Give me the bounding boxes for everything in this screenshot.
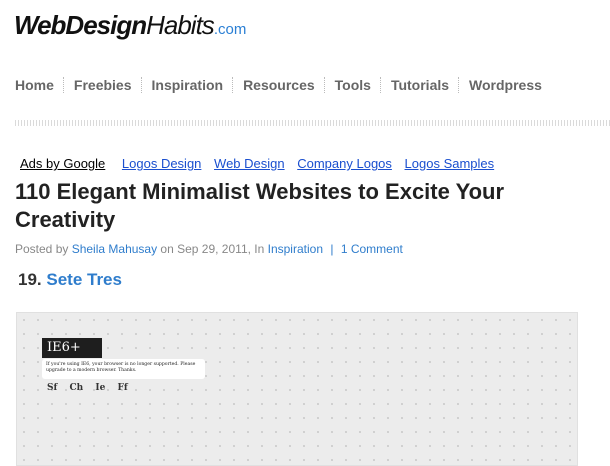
nav-separator [140,77,143,93]
nav-freebies[interactable]: Freebies [74,77,132,93]
item-heading: 19. Sete Tres [18,270,122,290]
item-number: 19. [18,270,47,289]
nav-tools[interactable]: Tools [335,77,371,93]
ad-link-logos-design[interactable]: Logos Design [122,156,202,171]
divider [15,120,610,126]
meta-posted-by: Posted by [15,242,72,256]
nav-tutorials[interactable]: Tutorials [391,77,449,93]
item-site-link[interactable]: Sete Tres [46,270,122,289]
browser-ff: Ff [117,383,128,393]
logo-main: WebDesign [14,10,147,40]
ad-link-company-logos[interactable]: Company Logos [297,156,392,171]
meta-pipe: | [330,242,334,256]
nav-resources[interactable]: Resources [243,77,315,93]
browser-ie: Ie [95,383,106,393]
comments-link[interactable]: 1 Comment [341,242,403,256]
site-logo[interactable]: WebDesignHabits.com [14,10,246,41]
nav-separator [379,77,382,93]
ie-badge: IE6+ [42,338,102,358]
nav-separator [232,77,234,93]
nav-home[interactable]: Home [15,77,54,93]
logo-habits: Habits [146,10,215,40]
nav-inspiration[interactable]: Inspiration [152,77,224,93]
ads-by-google-link[interactable]: Ads by Google [20,156,105,171]
nav-separator [323,77,326,93]
browser-ch: Ch [69,383,84,393]
ad-link-logos-samples[interactable]: Logos Samples [405,156,495,171]
meta-date: on Sep 29, 2011, In [157,242,268,256]
category-link[interactable]: Inspiration [268,242,323,256]
website-screenshot[interactable]: IE6+ If you're using IE6, your browser i… [16,312,578,466]
article-title[interactable]: 110 Elegant Minimalist Websites to Excit… [15,178,595,234]
browser-sf: Sf [47,383,58,393]
ad-link-web-design[interactable]: Web Design [214,156,285,171]
main-nav: Home Freebies Inspiration Resources Tool… [15,77,542,93]
nav-separator [458,77,460,93]
ads-bar: Ads by Google Logos Design Web Design Co… [20,156,503,171]
author-link[interactable]: Sheila Mahusay [72,242,157,256]
nav-wordpress[interactable]: Wordpress [469,77,542,93]
ie-message: If you're using IE6, your browser is no … [42,359,205,379]
browser-list: Sf Ch Ie Ff [47,383,137,393]
nav-separator [62,77,65,93]
article-meta: Posted by Sheila Mahusay on Sep 29, 2011… [15,242,403,256]
logo-tld: .com [213,21,247,38]
